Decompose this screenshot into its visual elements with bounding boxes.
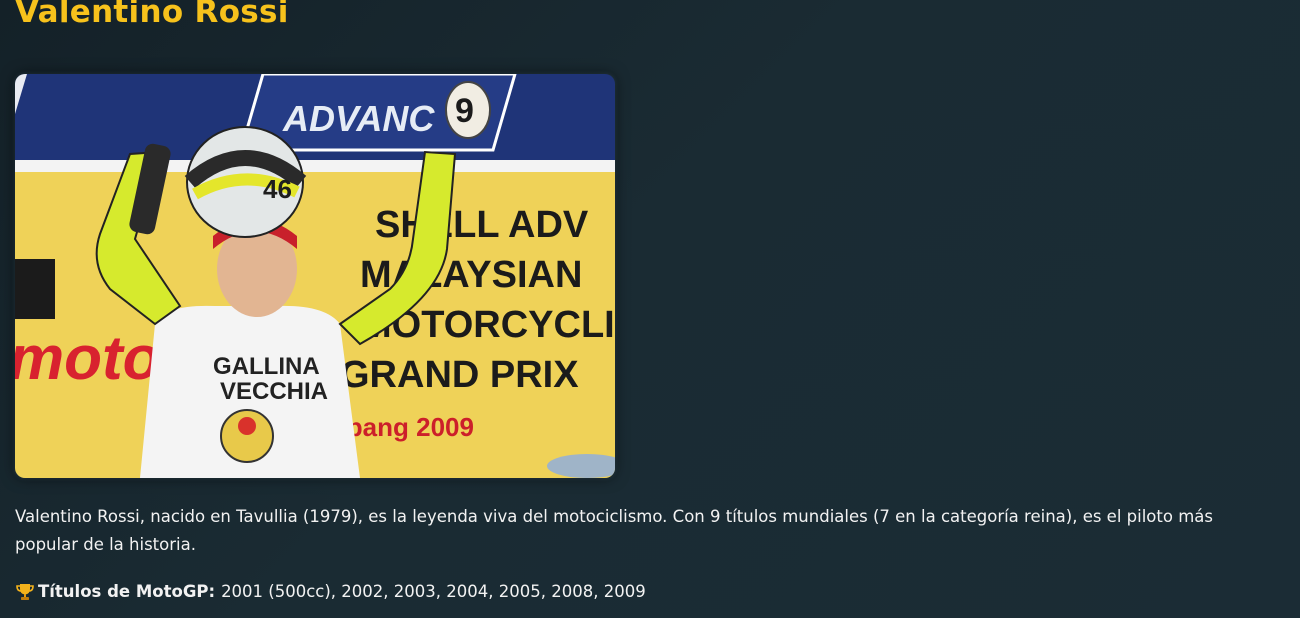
bio-paragraph: Valentino Rossi, nacido en Tavullia (197… [15,507,1213,554]
egg-number: 9 [455,92,474,130]
titles-label: Títulos de MotoGP: [38,582,216,601]
titles-value: 2001 (500cc), 2002, 2003, 2004, 2005, 20… [221,582,646,601]
motogp-titles-line: Títulos de MotoGP: 2001 (500cc), 2002, 2… [15,578,646,606]
banner-text: ADVANC [282,98,435,139]
page-title: Valentino Rossi [15,0,289,30]
board-line-4: GRAND PRIX [340,354,579,396]
shirt-text-1: GALLINA [213,353,320,380]
helmet-number: 46 [263,174,292,204]
board-line-1: SHELL ADV [375,204,589,246]
rossi-photo: ADVANC motor SHELL ADV MALAYSIAN MOTORCY… [15,74,615,478]
shirt-text-2: VECCHIA [220,378,328,405]
trophy-icon [15,582,35,602]
